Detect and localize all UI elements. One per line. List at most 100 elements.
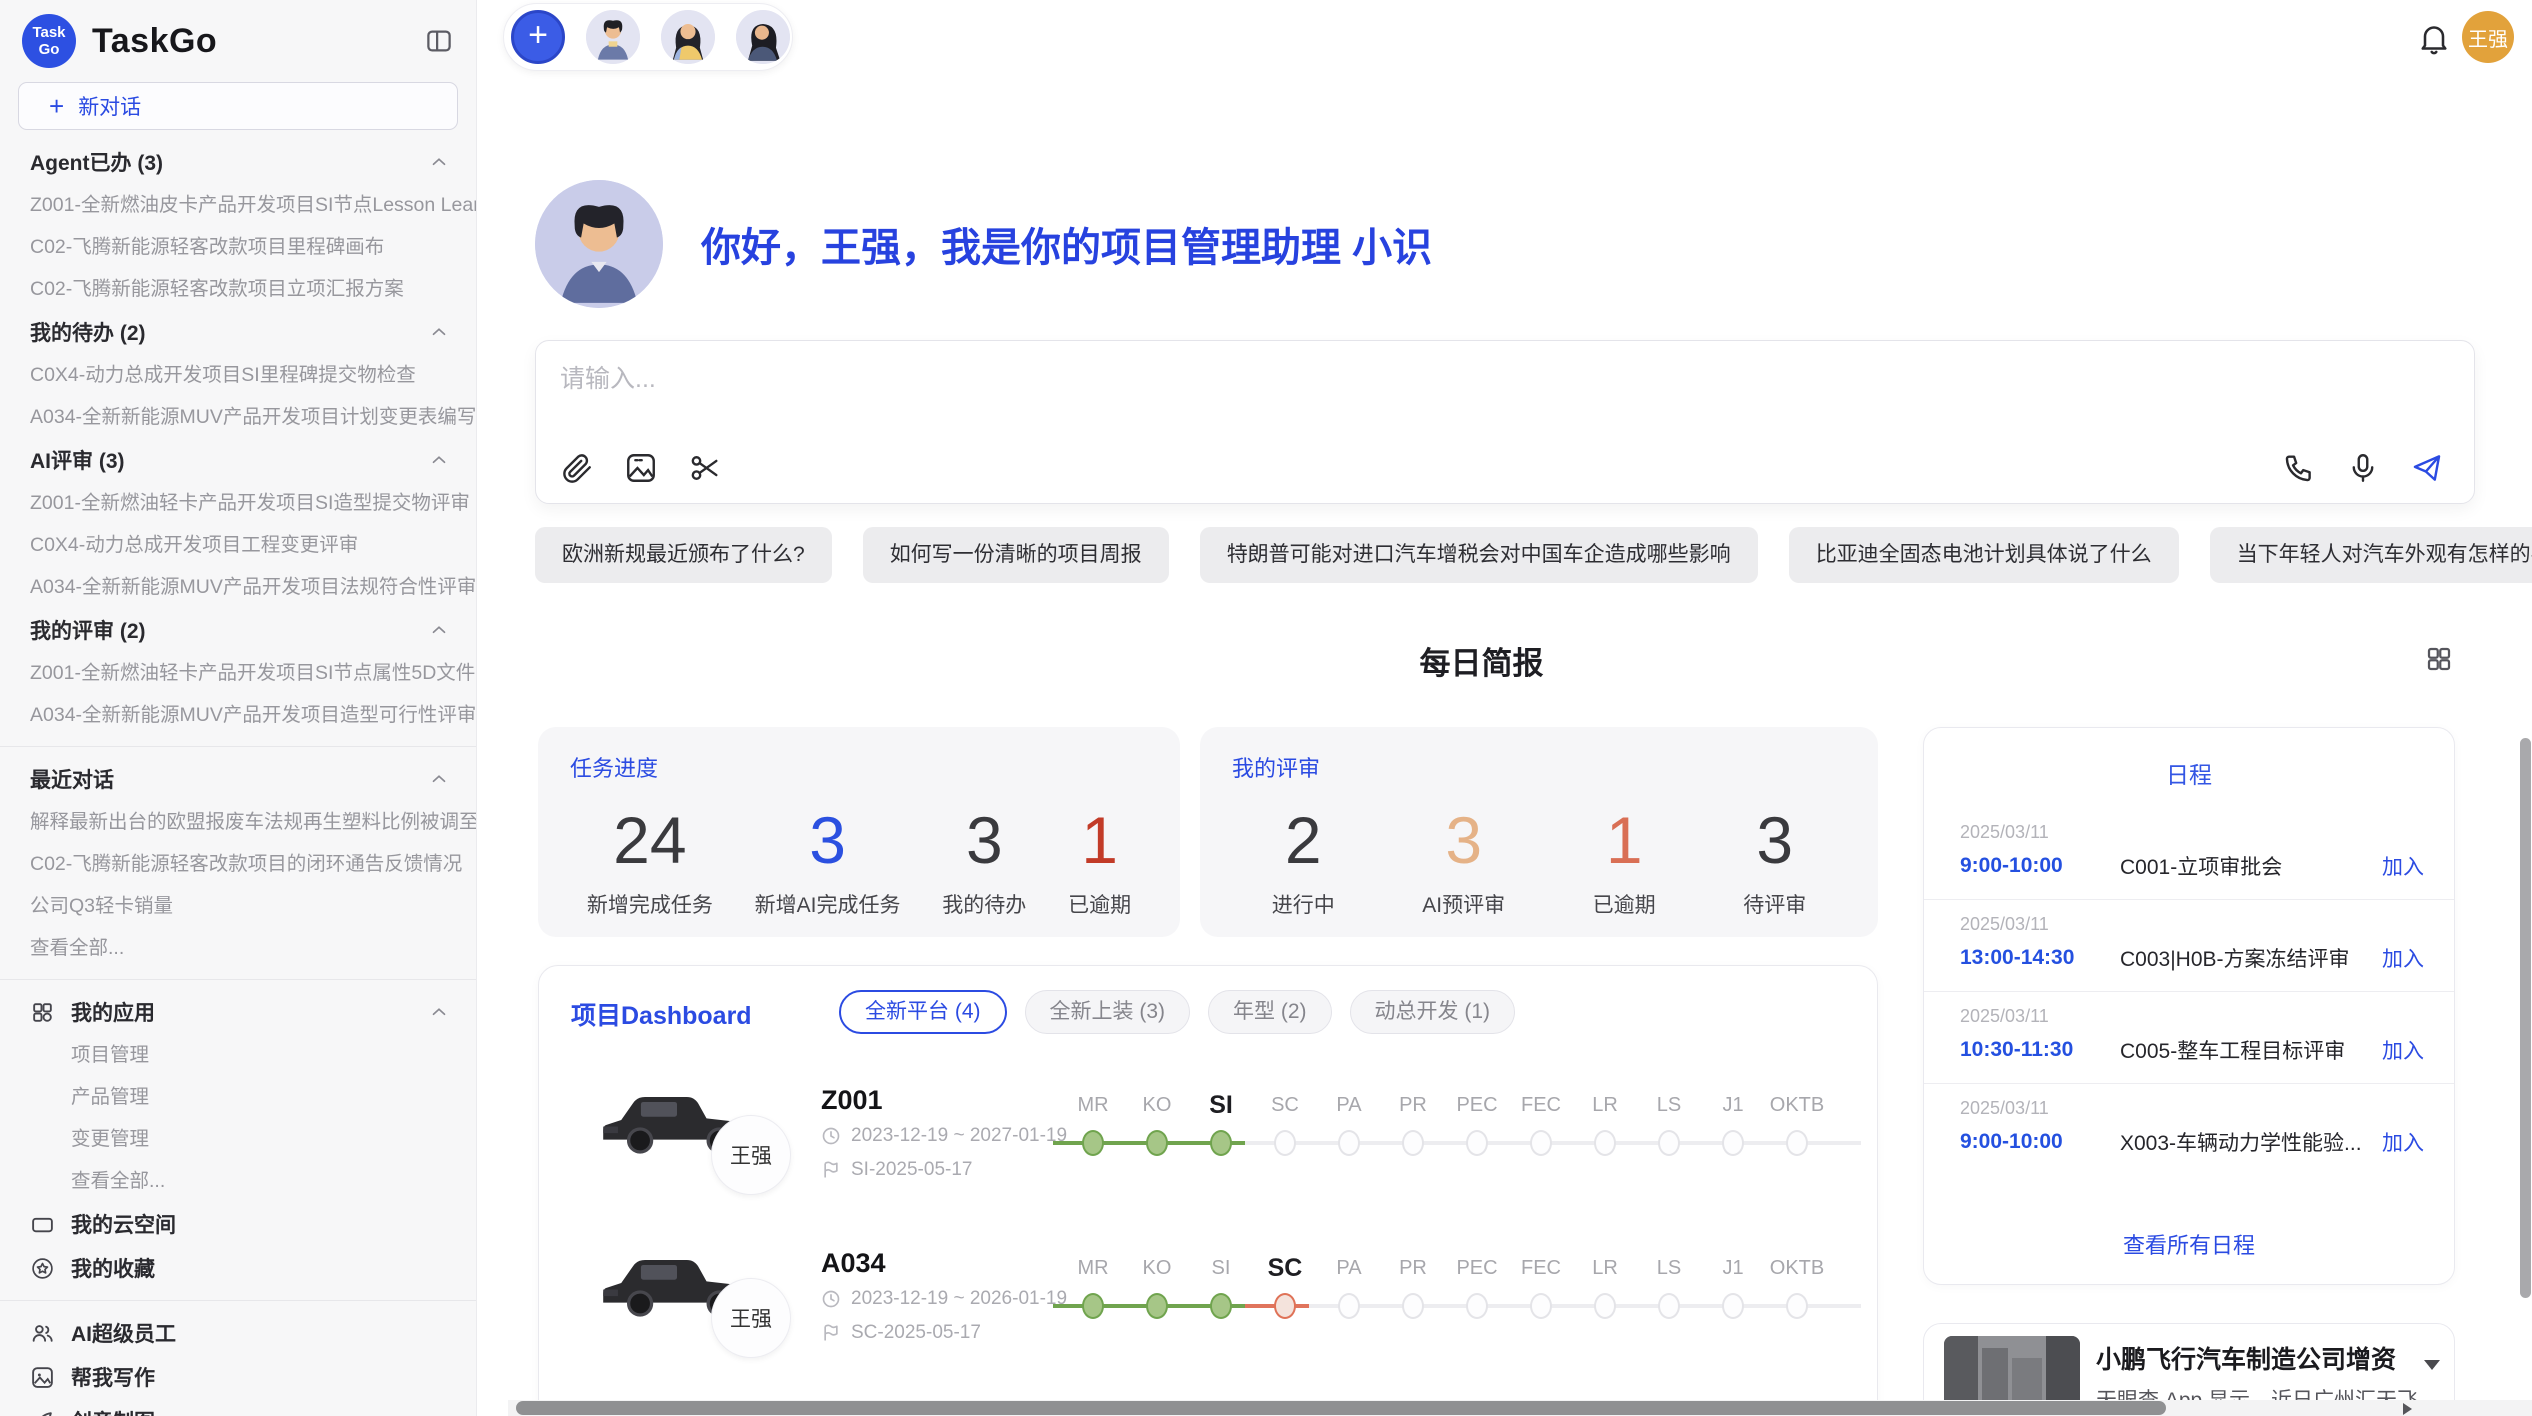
schedule-join-link[interactable]: 加入 — [2382, 1035, 2424, 1065]
greeting-block: 你好，王强，我是你的项目管理助理 小识 — [535, 180, 1432, 308]
task-progress-card: 任务进度 24 新增完成任务 3 新增AI完成任务 3 我的待办 — [538, 727, 1180, 937]
milestone-label: FEC — [1509, 1254, 1573, 1282]
sidebar-task-item[interactable]: A034-全新新能源MUV产品开发项目造型可行性评审 — [0, 694, 476, 736]
sidebar-task-item[interactable]: A034-全新新能源MUV产品开发项目计划变更表编写 — [0, 396, 476, 438]
project-row-z001[interactable]: 王强 Z001 2023-12-19 ~ 2027-01-19 SI-2025-… — [539, 1077, 1877, 1227]
sidebar-task-item[interactable]: Z001-全新燃油轻卡产品开发项目SI造型提交物评审 — [0, 482, 476, 524]
scroll-right-arrow[interactable] — [2403, 1403, 2412, 1415]
chat-input[interactable] — [560, 359, 2160, 419]
project-row-a034[interactable]: 王强 A034 2023-12-19 ~ 2026-01-19 SC-2025-… — [539, 1240, 1877, 1390]
app-item[interactable]: 项目管理 — [0, 1034, 476, 1076]
milestone: J1 — [1701, 1240, 1765, 1350]
new-chat-button[interactable]: + 新对话 — [18, 82, 458, 130]
my-review-card: 我的评审 2 进行中 3 AI预评审 1 已逾期 3 — [1200, 727, 1878, 937]
recent-chat-item[interactable]: C02-飞腾新能源轻客改款项目的闭环通告反馈情况 — [0, 843, 476, 885]
suggestion-chips: 欧洲新规最近颁布了什么? 如何写一份清晰的项目周报特朗普可能对进口汽车增税会对中国… — [535, 527, 2532, 583]
app-item[interactable]: 产品管理 — [0, 1076, 476, 1118]
milestone: KO — [1125, 1077, 1189, 1187]
section-header-agent-done[interactable]: Agent已办 (3) — [0, 140, 476, 184]
milestone: MR — [1061, 1240, 1125, 1350]
suggestion-chip[interactable]: 比亚迪全固态电池计划具体说了什么 — [1789, 527, 2179, 583]
section-header-my-todo[interactable]: 我的待办 (2) — [0, 310, 476, 354]
schedule-time: 13:00-14:30 — [1960, 946, 2120, 970]
ai-review-list: Z001-全新燃油轻卡产品开发项目SI造型提交物评审C0X4-动力总成开发项目工… — [0, 482, 476, 608]
sidebar-task-item[interactable]: A034-全新新能源MUV产品开发项目法规符合性评审 — [0, 566, 476, 608]
suggestion-chip[interactable]: 特朗普可能对进口汽车增税会对中国车企造成哪些影响 — [1200, 527, 1758, 583]
sidebar-task-item[interactable]: Z001-全新燃油皮卡产品开发项目SI节点Lesson Learn报告 — [0, 184, 476, 226]
dashboard-tab[interactable]: 年型 (2) — [1208, 990, 1332, 1034]
stat-item: 2 进行中 — [1272, 805, 1335, 919]
sidebar-task-item[interactable]: C02-飞腾新能源轻客改款项目立项汇报方案 — [0, 268, 476, 310]
user-avatar[interactable]: 王强 — [2462, 11, 2514, 63]
image-upload-icon[interactable] — [624, 451, 658, 485]
send-icon[interactable] — [2410, 451, 2444, 485]
apps-view-all[interactable]: 查看全部... — [0, 1160, 476, 1202]
section-header-ai-review[interactable]: AI评审 (3) — [0, 438, 476, 482]
milestone: OKTB — [1765, 1077, 1829, 1187]
schedule-view-all[interactable]: 查看所有日程 — [1924, 1228, 2454, 1260]
stat-item: 3 待评审 — [1743, 805, 1806, 919]
collapse-sidebar-icon[interactable] — [424, 26, 454, 56]
stat-item: 3 我的待办 — [942, 805, 1026, 919]
milestone-label: PEC — [1445, 1091, 1509, 1119]
stat-value: 3 — [1743, 805, 1806, 875]
sidebar-task-item[interactable]: Z001-全新燃油轻卡产品开发项目SI节点属性5D文件评审 — [0, 652, 476, 694]
suggestion-chip[interactable]: 欧洲新规最近颁布了什么? — [535, 527, 832, 583]
schedule-date: 2025/03/11 — [1960, 1098, 2424, 1119]
milestone: SI — [1189, 1077, 1253, 1187]
agent-avatar-1[interactable] — [586, 10, 640, 64]
recent-chat-item[interactable]: 解释最新出台的欧盟报废车法规再生塑料比例被调至15%... — [0, 801, 476, 843]
sidebar-item-my-apps[interactable]: 我的应用 — [0, 990, 476, 1034]
schedule-join-link[interactable]: 加入 — [2382, 943, 2424, 973]
recent-chats-view-all[interactable]: 查看全部... — [0, 927, 476, 969]
sidebar-item-cloud-space[interactable]: 我的云空间 — [0, 1202, 476, 1246]
sidebar-task-item[interactable]: C0X4-动力总成开发项目SI里程碑提交物检查 — [0, 354, 476, 396]
composer-right-icons — [2282, 451, 2444, 485]
project-flag-milestone: SI-2025-05-17 — [821, 1159, 972, 1181]
sidebar-item-favorites[interactable]: 我的收藏 — [0, 1246, 476, 1290]
section-header-recent-chats[interactable]: 最近对话 — [0, 757, 476, 801]
dashboard-tab[interactable]: 动总开发 (1) — [1350, 990, 1516, 1034]
my-todo-list: C0X4-动力总成开发项目SI里程碑提交物检查A034-全新新能源MUV产品开发… — [0, 354, 476, 438]
recent-chat-item[interactable]: 公司Q3轻卡销量 — [0, 885, 476, 927]
milestone-label: SI — [1189, 1091, 1253, 1119]
add-agent-button[interactable]: + — [511, 10, 565, 64]
scissors-icon[interactable] — [688, 451, 722, 485]
attachment-icon[interactable] — [560, 451, 594, 485]
divider — [0, 746, 476, 747]
chevron-up-icon — [428, 768, 450, 790]
scroll-down-arrow[interactable] — [2424, 1360, 2440, 1370]
horizontal-scrollbar-thumb[interactable] — [516, 1401, 2166, 1415]
sidebar-item-creative-draw[interactable]: 创意制图 — [0, 1399, 476, 1416]
milestone-label: OKTB — [1765, 1254, 1829, 1282]
agent-avatar-3[interactable] — [736, 10, 790, 64]
phone-icon[interactable] — [2282, 451, 2316, 485]
milestone: FEC — [1509, 1240, 1573, 1350]
sidebar-task-item[interactable]: C0X4-动力总成开发项目工程变更评审 — [0, 524, 476, 566]
schedule-join-link[interactable]: 加入 — [2382, 851, 2424, 881]
notification-bell-icon[interactable] — [2416, 20, 2452, 56]
sidebar-item-ai-staff[interactable]: AI超级员工 — [0, 1311, 476, 1355]
milestone-label: LR — [1573, 1091, 1637, 1119]
my-review-title: 我的评审 — [1232, 751, 1320, 783]
milestone-dot — [1210, 1293, 1232, 1319]
mic-icon[interactable] — [2346, 451, 2380, 485]
task-progress-title: 任务进度 — [570, 751, 658, 783]
milestone: LR — [1573, 1240, 1637, 1350]
sidebar-item-help-write[interactable]: 帮我写作 — [0, 1355, 476, 1399]
app-item[interactable]: 变更管理 — [0, 1118, 476, 1160]
milestone: PA — [1317, 1077, 1381, 1187]
section-header-my-review[interactable]: 我的评审 (2) — [0, 608, 476, 652]
sidebar-task-item[interactable]: C02-飞腾新能源轻客改款项目里程碑画布 — [0, 226, 476, 268]
vertical-scrollbar-thumb[interactable] — [2520, 738, 2531, 1298]
chevron-up-icon — [428, 321, 450, 343]
dashboard-tab[interactable]: 全新平台 (4) — [839, 990, 1007, 1034]
dashboard-tab[interactable]: 全新上装 (3) — [1025, 990, 1191, 1034]
suggestion-chip[interactable]: 当下年轻人对汽车外观有怎样的喜好趋势 — [2210, 527, 2532, 583]
suggestion-chip[interactable]: 如何写一份清晰的项目周报 — [863, 527, 1169, 583]
schedule-join-link[interactable]: 加入 — [2382, 1127, 2424, 1157]
agent-avatar-2[interactable] — [661, 10, 715, 64]
milestone-dot — [1722, 1293, 1744, 1319]
briefing-grid-icon[interactable] — [2424, 644, 2454, 674]
milestone-dot — [1786, 1293, 1808, 1319]
